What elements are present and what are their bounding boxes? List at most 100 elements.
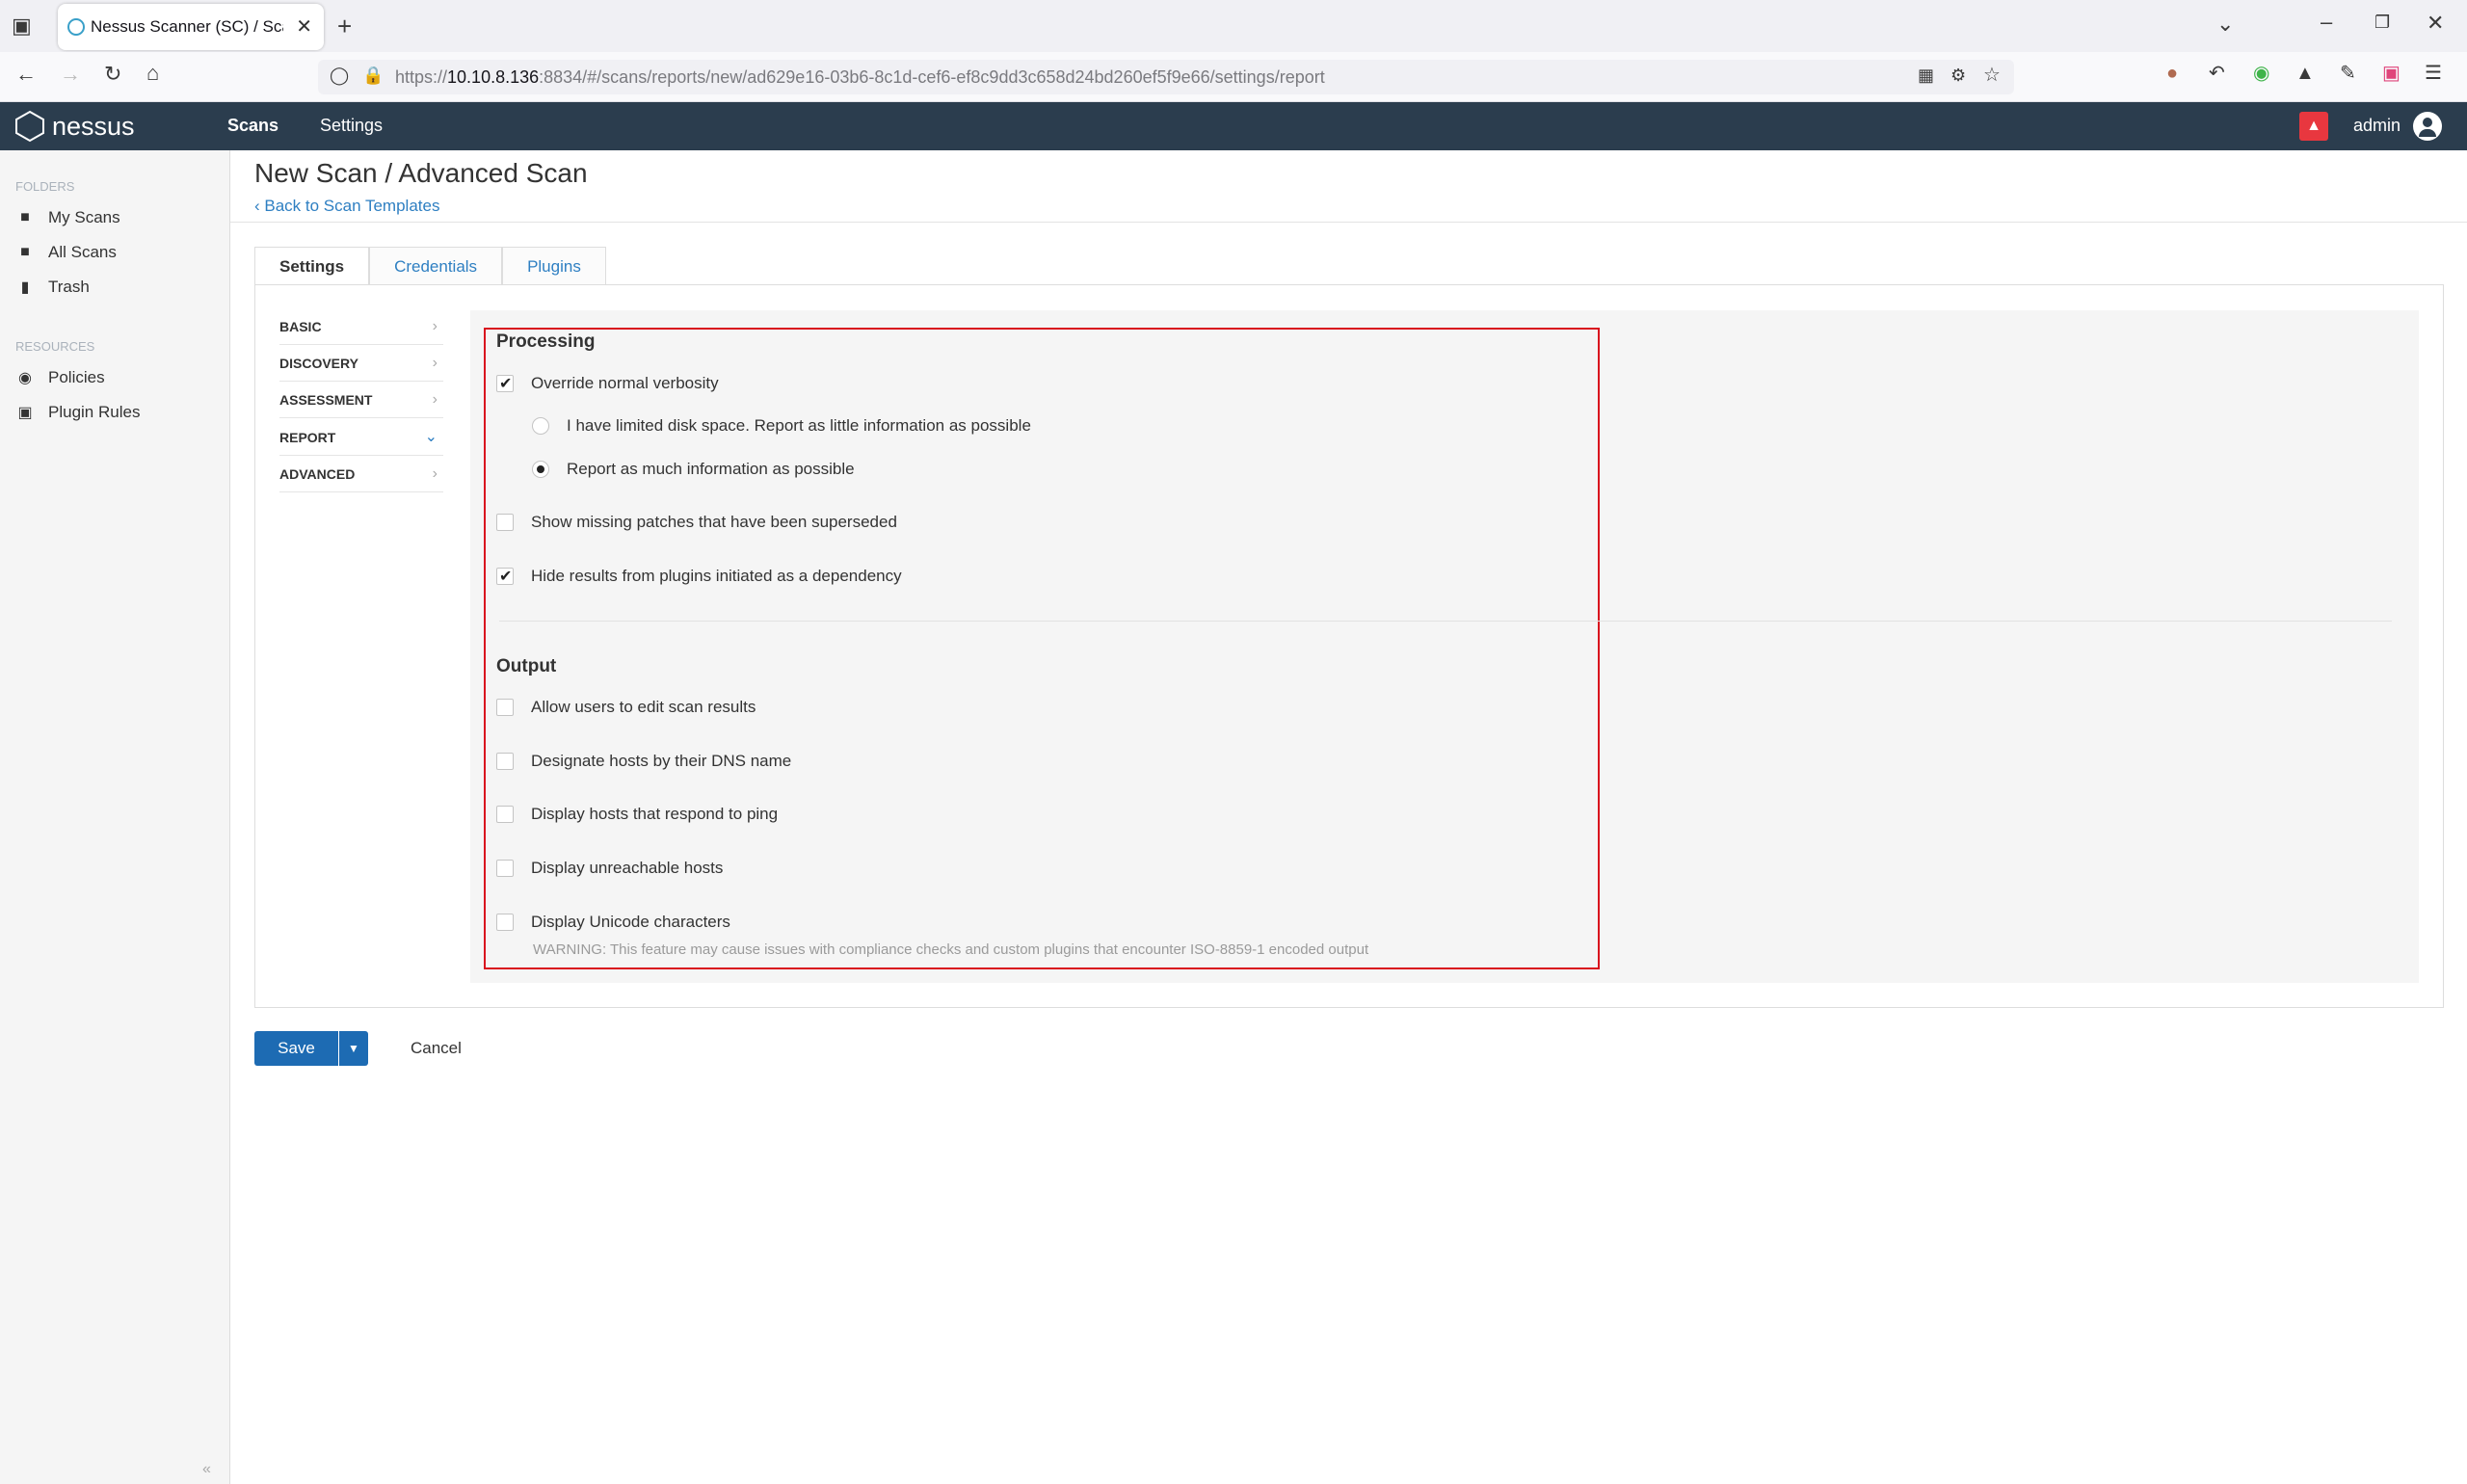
menu-hamburger-icon[interactable]: ☰ [2425,64,2442,83]
option-label: Report as much information as possible [567,460,855,478]
back-to-templates-link[interactable]: ‹ Back to Scan Templates [254,197,439,216]
chevron-right-icon: › [432,318,438,334]
save-dropdown-button[interactable]: ▼ [338,1031,368,1066]
menu-basic[interactable]: BASIC › [279,308,443,345]
folder-icon: ■ [20,244,30,260]
option-label: I have limited disk space. Report as lit… [567,416,1031,435]
address-bar[interactable]: ◯ 🔒 https://10.10.8.136:8834/#/scans/rep… [318,60,2014,94]
option-label: Display unreachable hosts [531,859,724,877]
trash-icon: ▮ [20,279,30,296]
menu-advanced[interactable]: ADVANCED › [279,456,443,492]
sidebar-item-trash[interactable]: ▮ Trash [15,278,90,297]
output-option-unreachable-hosts[interactable]: Display unreachable hosts [496,859,723,878]
extension-translate-icon[interactable]: ▣ [2382,64,2401,83]
policy-shield-icon: ◉ [18,370,32,386]
hide-dependency-checkbox[interactable] [496,567,514,586]
sidebar-item-all-scans[interactable]: ■ All Scans [15,243,117,262]
notifications-bell-icon[interactable]: ▲ [2299,112,2328,141]
close-tab-icon[interactable]: ✕ [296,14,312,39]
nessus-logo[interactable]: nessus [13,110,135,143]
logo-text: nessus [52,111,135,141]
sidebar-item-label: Plugin Rules [48,403,141,421]
processing-heading: Processing [496,331,596,352]
folders-label: FOLDERS [15,179,75,194]
unicode-warning: WARNING: This feature may cause issues w… [533,941,1369,958]
option-label: Allow users to edit scan results [531,698,756,716]
back-icon[interactable]: ← [15,64,37,85]
user-avatar-icon[interactable] [2413,112,2442,141]
sidebar-item-label: Trash [48,278,90,296]
section-divider [499,621,2392,622]
tab-list-icon[interactable]: ▣ [12,15,32,37]
user-name[interactable]: admin [2353,116,2401,136]
extension-hat-icon[interactable]: ▲ [2295,64,2315,83]
menu-assessment[interactable]: ASSESSMENT › [279,382,443,418]
bug-icon[interactable]: ⚙ [1950,66,1966,84]
option-label: Display hosts that respond to ping [531,805,779,823]
new-tab-icon[interactable]: + [337,13,352,39]
close-window-icon[interactable]: ✕ [2427,13,2444,34]
tab-plugins[interactable]: Plugins [502,247,606,285]
nav-settings[interactable]: Settings [320,116,383,136]
restore-icon[interactable]: ❐ [2374,13,2390,31]
output-option-ping-hosts[interactable]: Display hosts that respond to ping [496,805,778,824]
superseded-option[interactable]: Show missing patches that have been supe… [496,513,897,532]
tab-credentials[interactable]: Credentials [369,247,503,285]
qr-code-icon[interactable]: ▦ [1918,66,1934,84]
browser-tab-bar: ▣ Nessus Scanner (SC) / Scans ✕ + ⌄ – ❐ … [0,0,2467,52]
much-info-radio[interactable] [532,461,549,478]
nav-scans[interactable]: Scans [227,116,279,136]
dns-name-checkbox[interactable] [496,753,514,770]
sidebar-item-label: All Scans [48,243,117,261]
shield-icon[interactable]: ◯ [330,66,349,84]
unreachable-hosts-checkbox[interactable] [496,860,514,877]
chevron-right-icon: › [432,465,438,482]
override-verbosity-checkbox[interactable] [496,374,514,393]
output-option-dns-name[interactable]: Designate hosts by their DNS name [496,752,791,771]
much-info-option[interactable]: Report as much information as possible [532,460,855,479]
option-label: Designate hosts by their DNS name [531,752,792,770]
output-option-unicode[interactable]: Display Unicode characters [496,913,730,932]
chevron-right-icon: › [432,391,438,408]
ping-hosts-checkbox[interactable] [496,806,514,823]
superseded-checkbox[interactable] [496,514,514,531]
extension-green-icon[interactable]: ◉ [2253,64,2269,83]
resources-label: RESOURCES [15,339,95,354]
lock-icon[interactable]: 🔒 [362,66,384,84]
tab-settings[interactable]: Settings [254,247,370,285]
chevron-down-icon[interactable]: ⌄ [2216,13,2234,35]
sidebar-item-plugin-rules[interactable]: ▣ Plugin Rules [15,403,140,422]
menu-report[interactable]: REPORT ⌄ [279,419,443,456]
extension-avatar-icon[interactable]: ● [2166,64,2178,83]
cancel-button[interactable]: Cancel [411,1039,462,1058]
output-heading: Output [496,656,557,676]
limited-disk-radio[interactable] [532,417,549,435]
bookmark-star-icon[interactable]: ☆ [1983,66,2001,85]
browser-tab[interactable]: Nessus Scanner (SC) / Scans ✕ [58,4,324,50]
edit-results-checkbox[interactable] [496,699,514,716]
url-text[interactable]: https://10.10.8.136:8834/#/scans/reports… [395,67,1325,88]
sidebar-item-my-scans[interactable]: ■ My Scans [15,208,120,227]
sidebar-item-label: Policies [48,368,105,386]
limited-disk-option[interactable]: I have limited disk space. Report as lit… [532,416,1031,436]
option-label: Display Unicode characters [531,913,730,931]
save-button[interactable]: Save [254,1031,338,1066]
option-label: Hide results from plugins initiated as a… [531,567,902,585]
override-verbosity-option[interactable]: Override normal verbosity [496,374,719,393]
collapse-sidebar-icon[interactable]: « [202,1461,211,1478]
output-option-edit-results[interactable]: Allow users to edit scan results [496,698,756,717]
sidebar-item-policies[interactable]: ◉ Policies [15,368,105,387]
minimize-icon[interactable]: – [2321,12,2332,33]
unicode-checkbox[interactable] [496,914,514,931]
sidebar-item-label: My Scans [48,208,120,226]
extensions-puzzle-icon[interactable]: ✎ [2340,64,2356,83]
page-title: New Scan / Advanced Scan [254,158,588,188]
home-icon[interactable]: ⌂ [146,63,159,84]
menu-discovery[interactable]: DISCOVERY › [279,345,443,382]
forward-icon[interactable]: → [60,64,81,85]
caret-down-icon: ▼ [348,1042,359,1055]
hide-dependency-option[interactable]: Hide results from plugins initiated as a… [496,567,902,586]
extension-undo-icon[interactable]: ↶ [2209,64,2225,83]
chevron-down-icon: ⌄ [424,429,438,445]
reload-icon[interactable]: ↻ [104,64,121,85]
